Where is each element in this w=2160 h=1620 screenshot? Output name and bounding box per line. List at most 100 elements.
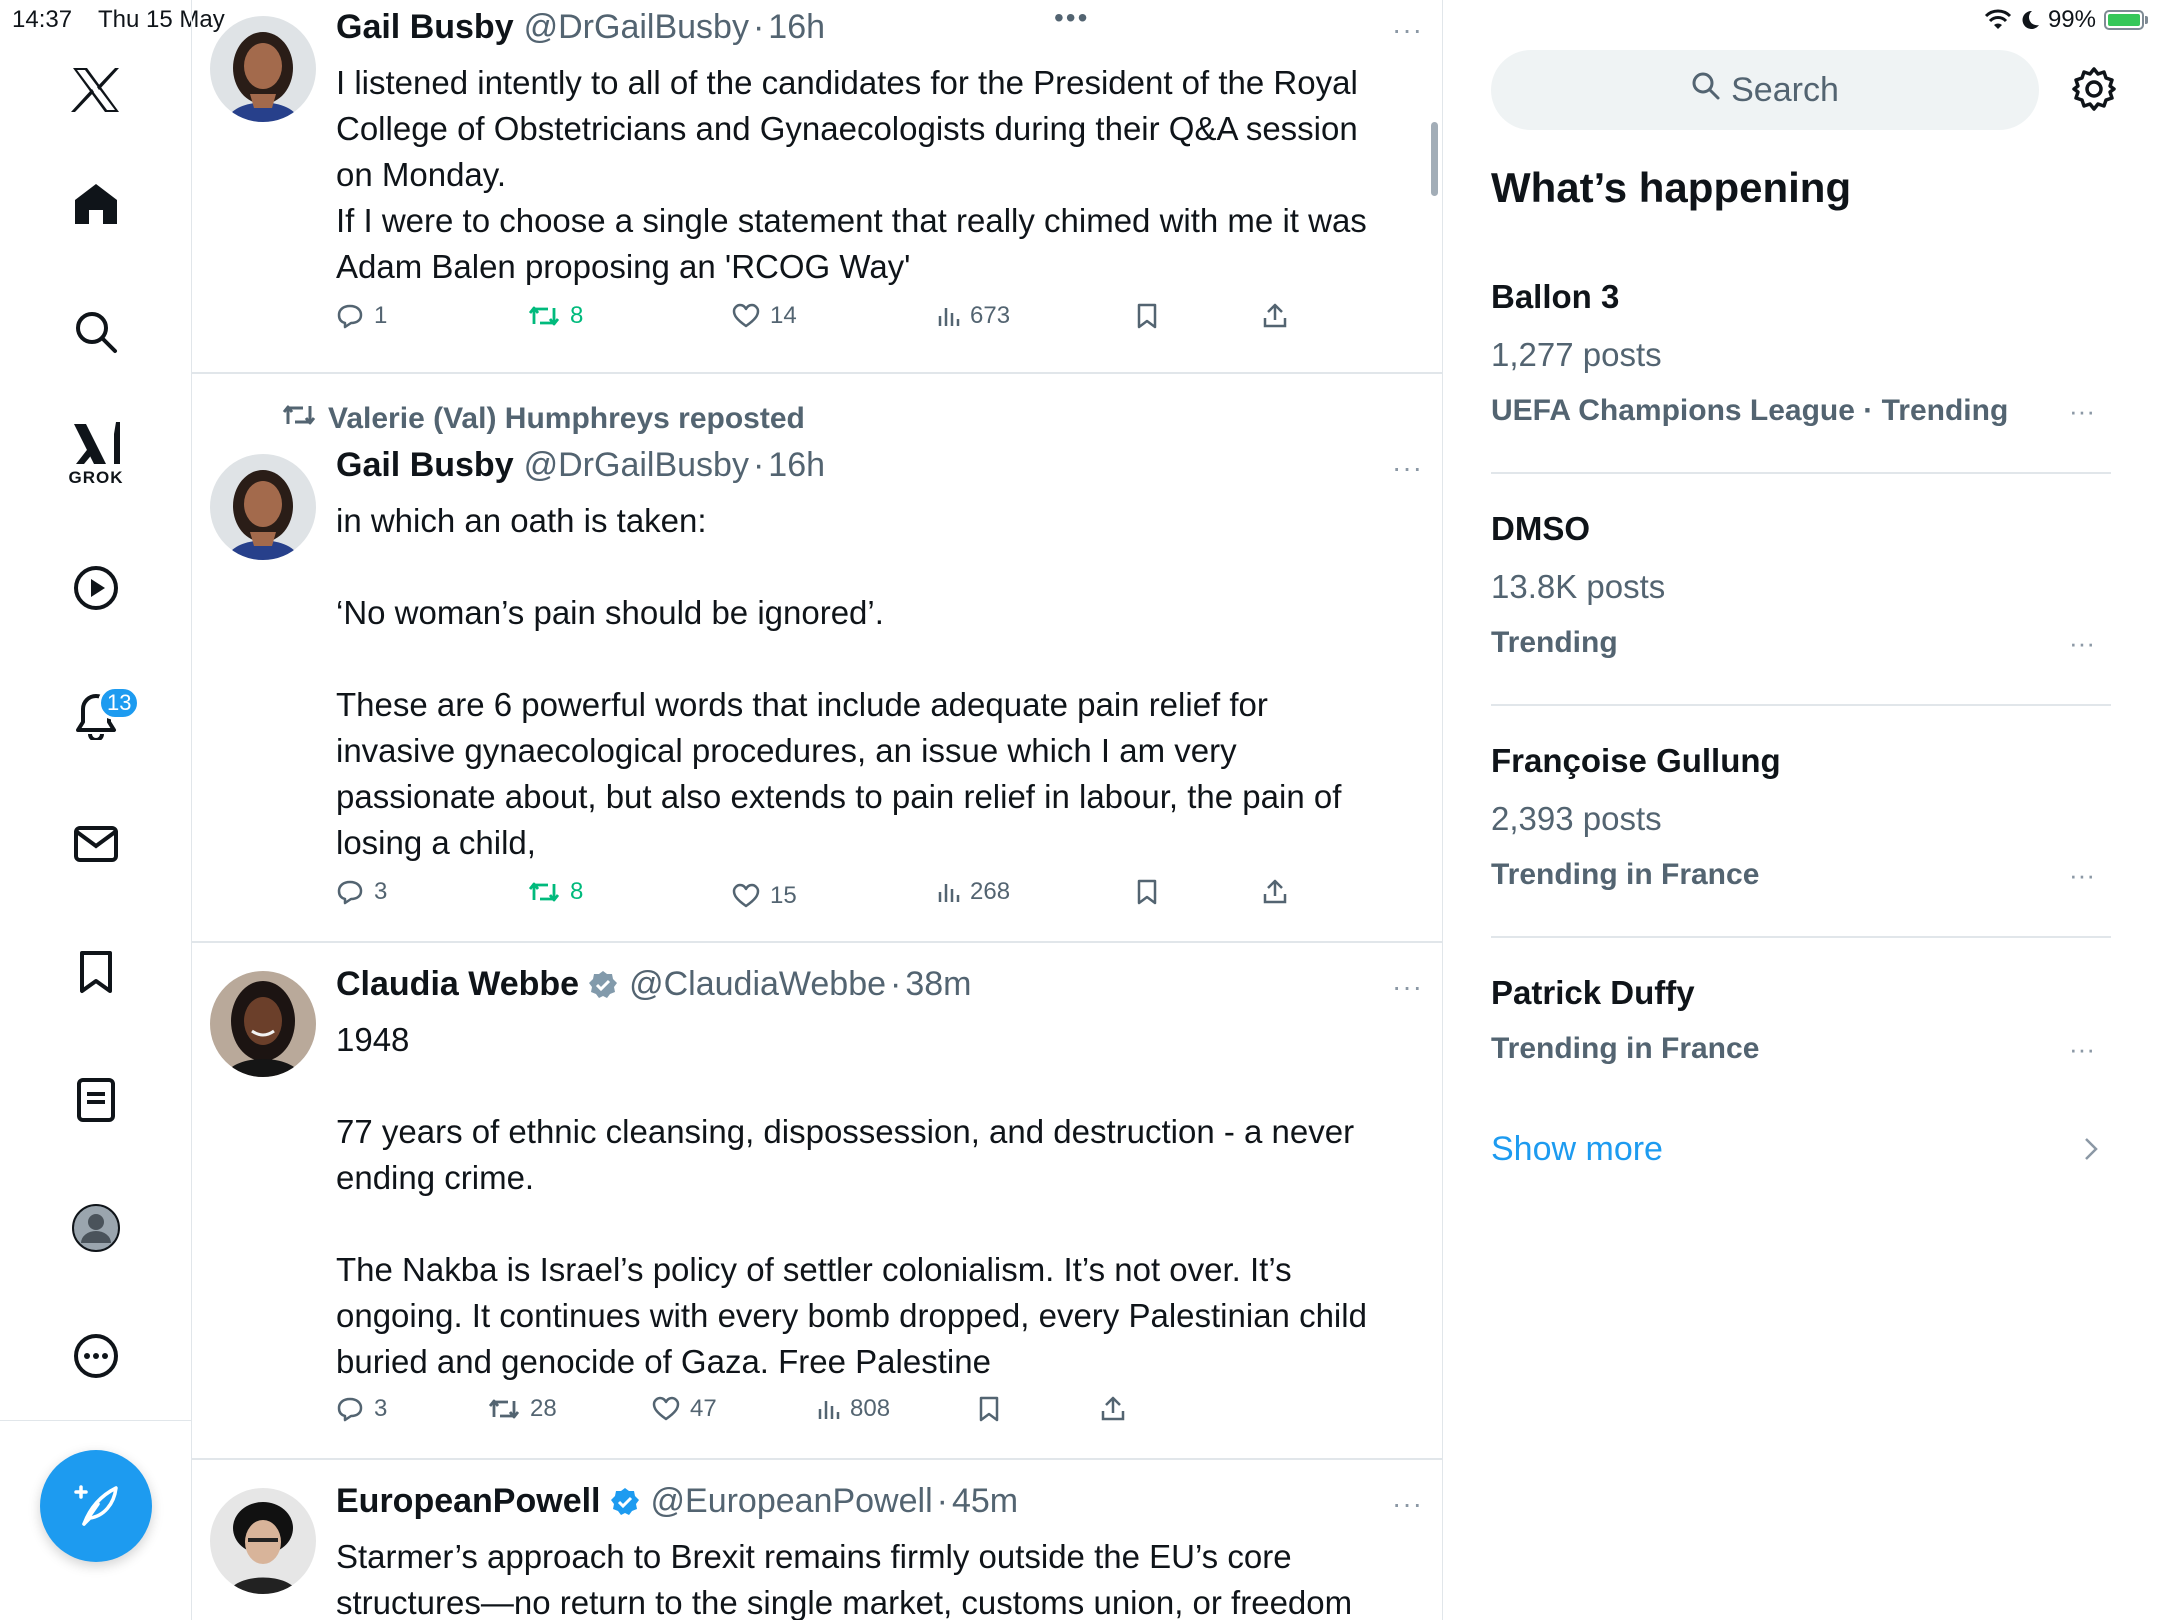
- search-input[interactable]: Search: [1491, 50, 2039, 130]
- trend-context: Trending: [1491, 626, 1618, 659]
- trend-name: Françoise Gullung: [1491, 742, 1781, 779]
- tweet-more-icon[interactable]: ···: [1392, 14, 1423, 46]
- x-logo-icon[interactable]: [46, 50, 146, 130]
- avatar[interactable]: [210, 16, 316, 122]
- like-count: 47: [690, 1395, 717, 1422]
- grok-icon: [72, 420, 120, 466]
- reposted-by-text: Valerie (Val) Humphreys reposted: [328, 402, 805, 435]
- trend-item[interactable]: Françoise Gullung 2,393 posts Trending i…: [1491, 730, 2111, 938]
- post-time[interactable]: 16h: [768, 8, 825, 47]
- tweet-line: College of Obstetricians and Gynaecologi…: [336, 110, 1358, 147]
- like-button[interactable]: 47: [652, 1395, 717, 1423]
- trend-more-icon[interactable]: ···: [2069, 628, 2095, 659]
- grok-nav-button[interactable]: GROK: [46, 414, 146, 494]
- profile-avatar-icon[interactable]: [46, 1188, 146, 1268]
- home-icon[interactable]: [46, 164, 146, 244]
- avatar[interactable]: [210, 1488, 316, 1594]
- like-button[interactable]: 14: [732, 302, 797, 330]
- tweet-line: ‘No woman’s pain should be ignored’.: [336, 594, 884, 631]
- avatar[interactable]: [210, 454, 316, 560]
- repost-icon: [528, 880, 560, 904]
- reply-button[interactable]: 1: [336, 302, 387, 330]
- tweet-line: invasive gynaecological procedures, an i…: [336, 732, 1237, 769]
- video-play-icon[interactable]: [46, 548, 146, 628]
- trend-more-icon[interactable]: ···: [2069, 396, 2095, 427]
- lists-icon[interactable]: [46, 1060, 146, 1140]
- tweet[interactable]: Claudia Webbe @ClaudiaWebbe · 38m ··· 19…: [192, 943, 1442, 1460]
- tweet[interactable]: EuropeanPowell @EuropeanPowell · 45m ···…: [192, 1460, 1442, 1620]
- more-options-icon[interactable]: [46, 1316, 146, 1396]
- bookmark-icon: [978, 1395, 1000, 1423]
- share-icon: [1262, 878, 1288, 906]
- tweet-actions: 3 8 15 268: [336, 878, 1336, 918]
- repost-button[interactable]: 28: [488, 1395, 557, 1423]
- trend-more-icon[interactable]: ···: [2069, 860, 2095, 891]
- views-button[interactable]: 268: [936, 878, 1010, 906]
- bookmark-button[interactable]: [1136, 302, 1158, 330]
- repost-button[interactable]: 8: [528, 878, 583, 906]
- tweet-line: on Monday.: [336, 156, 506, 193]
- views-chart-icon: [936, 880, 960, 904]
- bookmark-icon: [1136, 302, 1158, 330]
- tweet-line: Adam Balen proposing an 'RCOG Way': [336, 248, 911, 285]
- tweet[interactable]: Valerie (Val) Humphreys reposted Gail Bu…: [192, 374, 1442, 943]
- views-button[interactable]: 808: [816, 1395, 890, 1423]
- search-icon: [1691, 71, 1721, 110]
- reposted-by[interactable]: Valerie (Val) Humphreys reposted: [282, 402, 805, 436]
- tweet-text: 1948 77 years of ethnic cleansing, dispo…: [336, 1017, 1416, 1385]
- timeline-feed[interactable]: ••• Gail Busby @DrGailBusby · 16h ··· I …: [192, 0, 1443, 1620]
- repost-count: 8: [570, 878, 584, 905]
- trend-item[interactable]: Patrick Duffy Trending in France ···: [1491, 962, 2111, 1102]
- tweet-more-icon[interactable]: ···: [1392, 452, 1423, 484]
- grok-label: GROK: [68, 468, 124, 487]
- post-time[interactable]: 16h: [768, 446, 825, 485]
- views-button[interactable]: 673: [936, 302, 1010, 330]
- compose-post-button[interactable]: [40, 1450, 152, 1562]
- like-button[interactable]: 15: [732, 882, 797, 910]
- repost-icon: [528, 304, 560, 328]
- whats-happening-title: What’s happening: [1491, 164, 1852, 211]
- reply-button[interactable]: 3: [336, 1395, 387, 1423]
- share-button[interactable]: [1100, 1395, 1126, 1423]
- author-handle[interactable]: @DrGailBusby: [524, 446, 749, 485]
- share-button[interactable]: [1262, 878, 1288, 906]
- tweet-line: ongoing. It continues with every bomb dr…: [336, 1297, 1367, 1334]
- trend-more-icon[interactable]: ···: [2069, 1034, 2095, 1065]
- author-name[interactable]: Gail Busby: [336, 446, 514, 485]
- post-time[interactable]: 38m: [905, 965, 971, 1004]
- explore-search-icon[interactable]: [46, 292, 146, 372]
- tweet-more-icon[interactable]: ···: [1392, 1488, 1423, 1520]
- avatar[interactable]: [210, 971, 316, 1077]
- share-button[interactable]: [1262, 302, 1288, 330]
- messages-mail-icon[interactable]: [46, 804, 146, 884]
- notifications-nav-button[interactable]: 13: [46, 676, 146, 756]
- like-count: 15: [770, 882, 797, 909]
- tweet[interactable]: Gail Busby @DrGailBusby · 16h ··· I list…: [192, 0, 1442, 374]
- author-handle[interactable]: @DrGailBusby: [524, 8, 749, 47]
- author-name[interactable]: Claudia Webbe: [336, 965, 579, 1004]
- settings-gear-icon[interactable]: [2071, 66, 2117, 117]
- reply-count: 3: [374, 1395, 388, 1422]
- post-time[interactable]: 45m: [952, 1482, 1018, 1521]
- trend-item[interactable]: DMSO 13.8K posts Trending ···: [1491, 498, 2111, 706]
- author-handle[interactable]: @ClaudiaWebbe: [629, 965, 886, 1004]
- bookmark-button[interactable]: [978, 1395, 1000, 1423]
- trend-item[interactable]: Ballon 3 1,277 posts UEFA Champions Leag…: [1491, 266, 2111, 474]
- tweet-line: I listened intently to all of the candid…: [336, 64, 1358, 101]
- repost-button[interactable]: 8: [528, 302, 583, 330]
- bookmark-button[interactable]: [1136, 878, 1158, 906]
- tweet-more-icon[interactable]: ···: [1392, 971, 1423, 1003]
- bookmarks-icon[interactable]: [46, 932, 146, 1012]
- tweet-line: 1948: [336, 1021, 410, 1058]
- author-name[interactable]: EuropeanPowell: [336, 1482, 601, 1521]
- trend-post-count: 2,393 posts: [1491, 800, 1662, 837]
- author-handle[interactable]: @EuropeanPowell: [651, 1482, 933, 1521]
- compose-feather-icon: [70, 1478, 122, 1535]
- tweet-line: If I were to choose a single statement t…: [336, 202, 1367, 239]
- author-name[interactable]: Gail Busby: [336, 8, 514, 47]
- reply-button[interactable]: 3: [336, 878, 387, 906]
- tweet-line: passionate about, but also extends to pa…: [336, 778, 1342, 815]
- tweet-header: Gail Busby @DrGailBusby · 16h: [336, 446, 825, 485]
- tweet-text: I listened intently to all of the candid…: [336, 60, 1416, 290]
- show-more-link[interactable]: Show more: [1491, 1130, 1663, 1169]
